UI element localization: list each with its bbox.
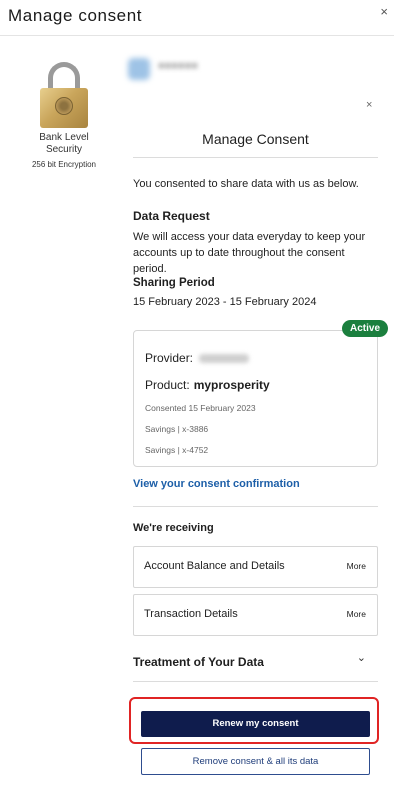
provider-label: Provider: [145, 351, 194, 365]
remove-consent-button[interactable]: Remove consent & all its data [141, 748, 370, 775]
sharing-period-heading: Sharing Period [133, 277, 215, 289]
receiving-item-transaction-details[interactable]: Transaction Details More [133, 594, 378, 636]
status-badge: Active [342, 320, 389, 337]
brand-name-redacted: ■■■■■■ [158, 60, 198, 72]
product-row: Product: myprosperity [145, 378, 270, 392]
security-badge: Bank Level Security 256 bit Encryption [26, 62, 102, 169]
consented-date: Consented 15 February 2023 [145, 403, 256, 413]
treatment-of-data-accordion[interactable]: Treatment of Your Data ⌄ [133, 651, 378, 671]
section-divider [133, 681, 378, 682]
window-title: Manage consent [8, 6, 143, 25]
account-item: Savings | x-3886 [145, 424, 209, 434]
view-consent-confirmation-link[interactable]: View your consent confirmation [133, 478, 300, 490]
product-label: Product: [145, 378, 190, 392]
modal-title: Manage Consent [202, 131, 309, 147]
section-divider [133, 506, 378, 507]
treatment-label: Treatment of Your Data [133, 655, 264, 669]
encryption-label: 256 bit Encryption [31, 160, 97, 169]
receiving-item-label: Account Balance and Details [144, 560, 285, 572]
provider-row: Provider: [145, 351, 250, 365]
receiving-heading: We're receiving [133, 522, 214, 534]
more-link[interactable]: More [347, 609, 366, 619]
product-value: myprosperity [193, 378, 270, 392]
account-item: Savings | x-4752 [145, 445, 209, 455]
padlock-icon [40, 62, 88, 128]
data-request-heading: Data Request [133, 209, 210, 223]
brand-header: ■■■■■■ [122, 56, 272, 84]
consent-intro: You consented to share data with us as b… [133, 178, 359, 190]
sharing-period-value: 15 February 2023 - 15 February 2024 [133, 296, 317, 308]
receiving-item-label: Transaction Details [144, 608, 238, 620]
close-icon[interactable]: × [380, 4, 388, 19]
window-header: Manage consent × [0, 0, 394, 36]
consent-card: Provider: Product: myprosperity Consented… [133, 330, 378, 467]
title-divider [133, 157, 378, 158]
receiving-item-account-balance[interactable]: Account Balance and Details More [133, 546, 378, 588]
renew-consent-button[interactable]: Renew my consent [141, 711, 370, 737]
chevron-down-icon[interactable]: ⌄ [357, 651, 366, 664]
provider-value-redacted [199, 354, 250, 364]
more-link[interactable]: More [347, 561, 366, 571]
security-label-line2: Security [45, 144, 83, 155]
modal-close-icon[interactable]: × [366, 99, 372, 111]
security-label-line1: Bank Level [39, 132, 89, 143]
brand-logo [128, 58, 150, 80]
data-request-body: We will access your data everyday to kee… [133, 231, 366, 275]
